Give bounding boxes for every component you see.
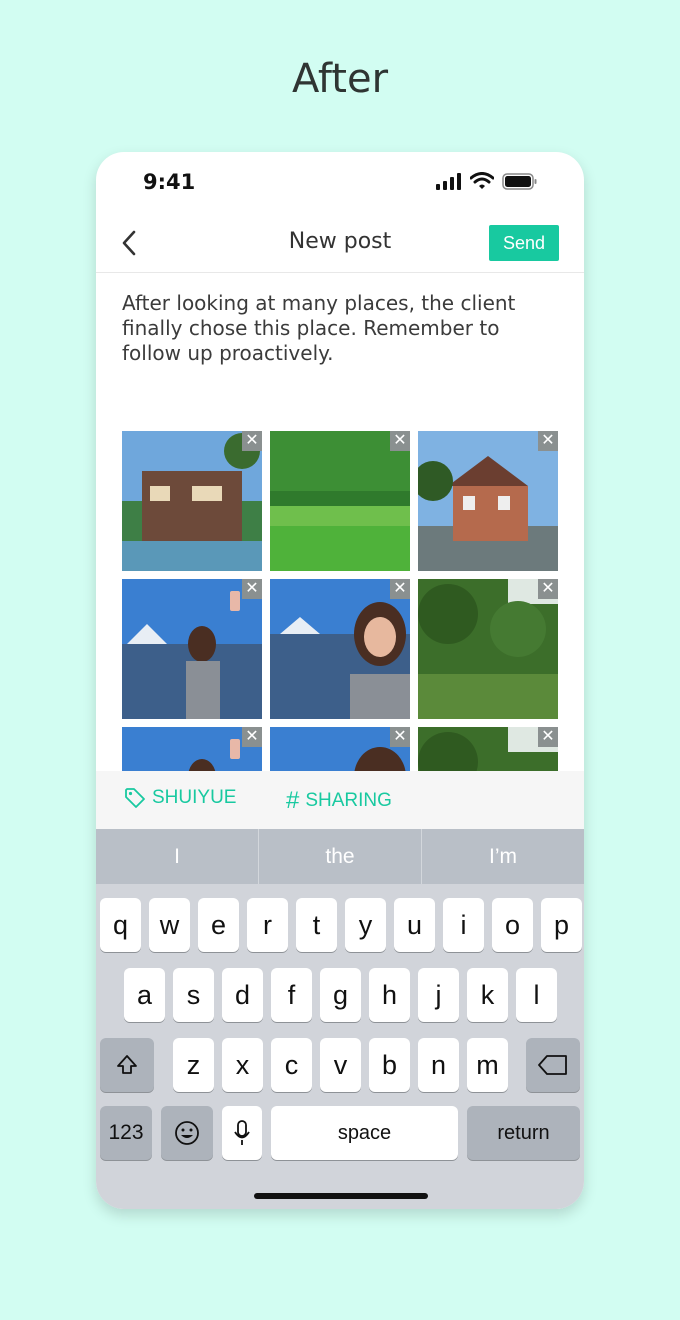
remove-photo-icon[interactable]: ✕ [538, 431, 558, 451]
remove-photo-icon[interactable]: ✕ [242, 579, 262, 599]
send-button[interactable]: Send [489, 225, 559, 261]
key-b[interactable]: b [369, 1038, 410, 1092]
photo-thumbnail[interactable]: ✕ [418, 727, 558, 771]
photo-thumbnail[interactable]: ✕ [270, 727, 410, 771]
key-n[interactable]: n [418, 1038, 459, 1092]
key-d[interactable]: d [222, 968, 263, 1022]
battery-icon [502, 173, 537, 190]
key-h[interactable]: h [369, 968, 410, 1022]
microphone-icon [234, 1120, 250, 1145]
numbers-key[interactable]: 123 [100, 1106, 152, 1160]
shift-icon [117, 1055, 137, 1074]
photo-thumbnail[interactable]: ✕ [122, 579, 262, 719]
photo-thumbnail[interactable]: ✕ [270, 431, 410, 571]
location-tag[interactable]: SHUIYUE [124, 787, 236, 809]
nav-bar: New post Send [96, 214, 584, 273]
status-time: 9:41 [143, 170, 196, 194]
status-bar: 9:41 [96, 152, 584, 212]
villa-photo [122, 431, 262, 571]
mansion-photo [418, 431, 558, 571]
page-heading: After [291, 56, 389, 102]
photo-grid: ✕ ✕ ✕ ✕ ✕ ✕ ✕ ✕ ✕ [122, 431, 558, 771]
key-c[interactable]: c [271, 1038, 312, 1092]
woman-lake-photo [270, 579, 410, 719]
shift-key[interactable] [100, 1038, 154, 1092]
key-q[interactable]: q [100, 898, 141, 952]
remove-photo-icon[interactable]: ✕ [390, 727, 410, 747]
tag-bar: SHUIYUE # SHARING [96, 771, 584, 829]
forest-photo [418, 727, 558, 771]
key-u[interactable]: u [394, 898, 435, 952]
topic-tag[interactable]: # SHARING [286, 787, 392, 815]
suggestion-item[interactable]: I’m [422, 829, 584, 884]
key-k[interactable]: k [467, 968, 508, 1022]
key-r[interactable]: r [247, 898, 288, 952]
key-v[interactable]: v [320, 1038, 361, 1092]
key-z[interactable]: z [173, 1038, 214, 1092]
key-a[interactable]: a [124, 968, 165, 1022]
forest-photo [418, 579, 558, 719]
remove-photo-icon[interactable]: ✕ [390, 579, 410, 599]
field-photo [270, 431, 410, 571]
photo-thumbnail[interactable]: ✕ [418, 579, 558, 719]
suggestion-item[interactable]: I [96, 829, 259, 884]
woman-selfie-photo [122, 727, 262, 771]
space-key[interactable]: space [271, 1106, 458, 1160]
key-o[interactable]: o [492, 898, 533, 952]
backspace-icon [538, 1055, 567, 1075]
tag-icon [125, 788, 145, 808]
suggestion-bar: I the I’m [96, 829, 584, 884]
photo-thumbnail[interactable]: ✕ [418, 431, 558, 571]
return-key[interactable]: return [467, 1106, 580, 1160]
key-i[interactable]: i [443, 898, 484, 952]
emoji-key[interactable] [161, 1106, 213, 1160]
location-tag-label: SHUIYUE [152, 787, 237, 808]
wifi-icon [470, 172, 494, 189]
key-x[interactable]: x [222, 1038, 263, 1092]
emoji-icon [175, 1121, 199, 1145]
key-p[interactable]: p [541, 898, 582, 952]
keyboard: I the I’m qwertyuiop asdfghjkl zxcvbnm 123 [96, 829, 584, 1209]
key-j[interactable]: j [418, 968, 459, 1022]
hashtag-icon: # [286, 787, 300, 814]
signal-icon [436, 173, 461, 190]
microphone-key[interactable] [222, 1106, 262, 1160]
remove-photo-icon[interactable]: ✕ [242, 727, 262, 747]
key-w[interactable]: w [149, 898, 190, 952]
phone-frame: 9:41 New post Send After looking at many… [96, 152, 584, 1209]
remove-photo-icon[interactable]: ✕ [538, 579, 558, 599]
photo-thumbnail[interactable]: ✕ [122, 727, 262, 771]
key-t[interactable]: t [296, 898, 337, 952]
key-f[interactable]: f [271, 968, 312, 1022]
key-m[interactable]: m [467, 1038, 508, 1092]
suggestion-item[interactable]: the [259, 829, 422, 884]
key-g[interactable]: g [320, 968, 361, 1022]
key-l[interactable]: l [516, 968, 557, 1022]
remove-photo-icon[interactable]: ✕ [242, 431, 262, 451]
key-e[interactable]: e [198, 898, 239, 952]
delete-key[interactable] [526, 1038, 580, 1092]
home-indicator [254, 1193, 428, 1199]
woman-lake-photo [270, 727, 410, 771]
remove-photo-icon[interactable]: ✕ [538, 727, 558, 747]
status-icons [436, 172, 538, 190]
key-s[interactable]: s [173, 968, 214, 1022]
woman-selfie-photo [122, 579, 262, 719]
photo-thumbnail[interactable]: ✕ [270, 579, 410, 719]
remove-photo-icon[interactable]: ✕ [390, 431, 410, 451]
post-text-input[interactable]: After looking at many places, the client… [122, 291, 562, 366]
photo-thumbnail[interactable]: ✕ [122, 431, 262, 571]
key-y[interactable]: y [345, 898, 386, 952]
topic-tag-label: SHARING [305, 790, 392, 811]
